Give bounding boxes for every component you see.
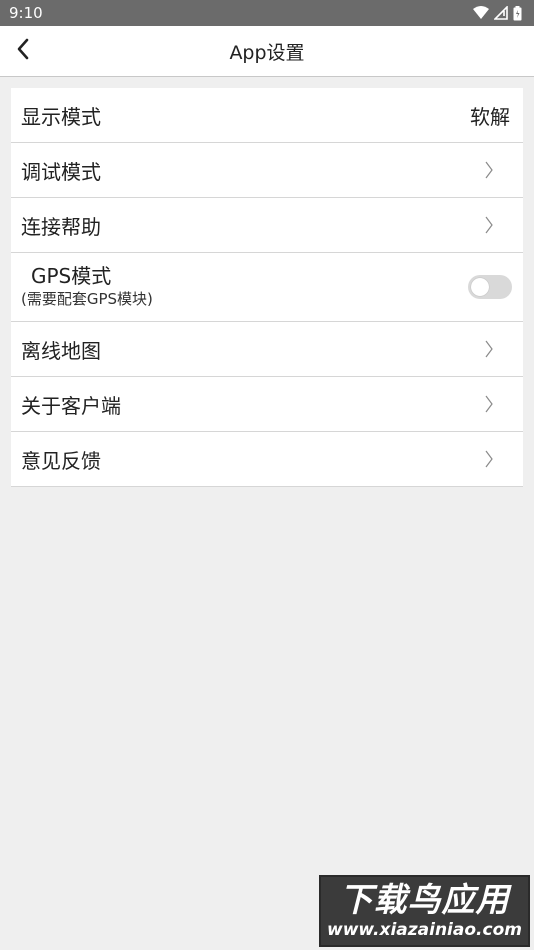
status-time: 9:10 xyxy=(9,4,43,22)
gps-toggle[interactable] xyxy=(468,275,512,299)
setting-connect-help[interactable]: 连接帮助 xyxy=(11,198,523,253)
signal-icon xyxy=(494,6,508,20)
setting-label: 关于客户端 xyxy=(21,393,121,418)
setting-debug-mode[interactable]: 调试模式 xyxy=(11,143,523,198)
nav-bar: App设置 xyxy=(0,26,534,77)
wifi-icon xyxy=(473,6,489,20)
settings-list: 显示模式 软解 调试模式 连接帮助 GPS模式 (需要配套GPS模块) 离线地图… xyxy=(11,88,523,487)
chevron-right-icon xyxy=(485,340,493,362)
back-button[interactable] xyxy=(10,37,36,65)
setting-label: 离线地图 xyxy=(21,338,101,363)
gps-text: GPS模式 (需要配套GPS模块) xyxy=(21,264,153,310)
setting-offline-map[interactable]: 离线地图 xyxy=(11,322,523,377)
setting-value: 软解 xyxy=(470,104,510,129)
setting-label: 显示模式 xyxy=(21,104,101,129)
chevron-right-icon xyxy=(485,395,493,417)
watermark-logo: 下载鸟应用 www.xiazainiao.com xyxy=(319,875,530,947)
setting-sublabel: (需要配套GPS模块) xyxy=(21,290,153,308)
watermark-text: 下载鸟应用 xyxy=(339,880,510,919)
setting-display-mode[interactable]: 显示模式 软解 xyxy=(11,88,523,143)
setting-label: 连接帮助 xyxy=(21,214,101,239)
chevron-right-icon xyxy=(485,216,493,238)
status-bar: 9:10 xyxy=(0,0,534,26)
chevron-right-icon xyxy=(485,450,493,472)
chevron-right-icon xyxy=(485,161,493,183)
setting-label: 意见反馈 xyxy=(21,448,101,473)
setting-about-client[interactable]: 关于客户端 xyxy=(11,377,523,432)
setting-feedback[interactable]: 意见反馈 xyxy=(11,432,523,487)
setting-label: GPS模式 xyxy=(31,264,112,288)
watermark-url: www.xiazainiao.com xyxy=(327,920,522,940)
toggle-knob xyxy=(471,278,489,296)
chevron-left-icon xyxy=(16,38,30,64)
battery-icon xyxy=(513,5,522,21)
status-icons xyxy=(473,5,522,21)
setting-gps-mode: GPS模式 (需要配套GPS模块) xyxy=(11,253,523,322)
setting-label: 调试模式 xyxy=(21,159,101,184)
page-title: App设置 xyxy=(229,41,305,64)
